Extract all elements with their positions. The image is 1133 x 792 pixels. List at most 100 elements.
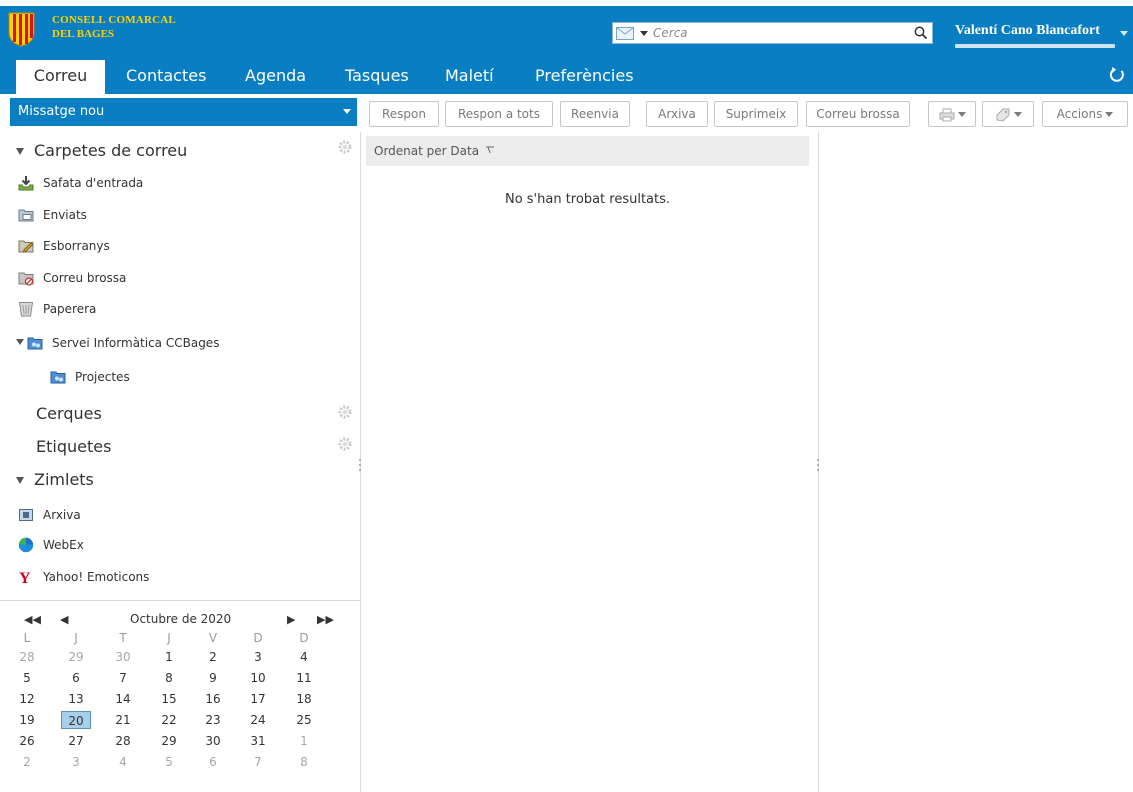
reply-button[interactable]: Respon bbox=[369, 101, 439, 127]
calendar-weekday: V bbox=[208, 631, 218, 645]
new-message-caret-icon[interactable] bbox=[343, 109, 351, 114]
calendar-day[interactable]: 29 bbox=[61, 648, 91, 666]
calendar-day[interactable]: 20 bbox=[61, 711, 91, 729]
searches-gear-icon[interactable] bbox=[338, 405, 352, 419]
next-year-icon[interactable]: ▶▶ bbox=[317, 613, 334, 626]
folder-junk[interactable]: Correu brossa bbox=[18, 269, 218, 287]
calendar-day[interactable]: 2 bbox=[12, 753, 42, 771]
calendar-day[interactable]: 30 bbox=[108, 648, 138, 666]
calendar-day[interactable]: 22 bbox=[154, 711, 184, 729]
folder-drafts[interactable]: Esborranys bbox=[18, 237, 218, 255]
tab-contactes[interactable]: Contactes bbox=[126, 60, 206, 94]
junk-button[interactable]: Correu brossa bbox=[806, 101, 910, 127]
tag-icon bbox=[996, 108, 1009, 122]
calendar-day[interactable]: 13 bbox=[61, 690, 91, 708]
forward-button[interactable]: Reenvia bbox=[560, 101, 630, 127]
calendar-day[interactable]: 5 bbox=[12, 669, 42, 687]
calendar-day[interactable]: 2 bbox=[198, 648, 228, 666]
mail-folders-header[interactable]: Carpetes de correu bbox=[16, 141, 187, 160]
tab-maleti[interactable]: Maletí bbox=[445, 60, 494, 94]
prev-year-icon[interactable]: ◀◀ bbox=[24, 613, 41, 626]
refresh-icon[interactable] bbox=[1108, 66, 1126, 84]
calendar-day[interactable]: 17 bbox=[243, 690, 273, 708]
trash-icon bbox=[18, 302, 34, 317]
calendar-day[interactable]: 30 bbox=[198, 732, 228, 750]
calendar-day[interactable]: 6 bbox=[198, 753, 228, 771]
calendar-day[interactable]: 16 bbox=[198, 690, 228, 708]
reply-all-button[interactable]: Respon a tots bbox=[445, 101, 553, 127]
zimlet-webex[interactable]: WebEx bbox=[18, 536, 198, 554]
folder-trash[interactable]: Paperera bbox=[18, 300, 218, 318]
tags-header[interactable]: Etiquetes bbox=[36, 437, 111, 456]
calendar-day[interactable]: 24 bbox=[243, 711, 273, 729]
folder-inbox[interactable]: Safata d'entrada bbox=[18, 174, 218, 192]
calendar-day[interactable]: 18 bbox=[289, 690, 319, 708]
searches-header[interactable]: Cerques bbox=[36, 404, 102, 423]
search-input[interactable] bbox=[653, 25, 893, 41]
search-box[interactable] bbox=[612, 22, 933, 44]
calendar-day[interactable]: 3 bbox=[61, 753, 91, 771]
zimlet-yahoo-emoticons[interactable]: Y Yahoo! Emoticons bbox=[18, 568, 218, 586]
calendar-day[interactable]: 1 bbox=[289, 732, 319, 750]
calendar-day[interactable]: 21 bbox=[108, 711, 138, 729]
zimlet-archive[interactable]: Arxiva bbox=[18, 506, 198, 524]
calendar-day[interactable]: 11 bbox=[289, 669, 319, 687]
calendar-day[interactable]: 8 bbox=[289, 753, 319, 771]
calendar-day[interactable]: 6 bbox=[61, 669, 91, 687]
mail-search-type-icon[interactable] bbox=[616, 27, 634, 40]
calendar-day[interactable]: 12 bbox=[12, 690, 42, 708]
tab-tasques[interactable]: Tasques bbox=[345, 60, 409, 94]
tab-agenda[interactable]: Agenda bbox=[245, 60, 306, 94]
calendar-day[interactable]: 26 bbox=[12, 732, 42, 750]
calendar-day[interactable]: 28 bbox=[12, 648, 42, 666]
calendar-day[interactable]: 3 bbox=[243, 648, 273, 666]
resize-grip-icon[interactable] bbox=[358, 457, 362, 473]
user-menu[interactable]: Valentí Cano Blancafort bbox=[955, 23, 1100, 39]
calendar-day[interactable]: 7 bbox=[108, 669, 138, 687]
calendar-day[interactable]: 8 bbox=[154, 669, 184, 687]
sort-icon[interactable] bbox=[485, 146, 495, 154]
calendar-day[interactable]: 25 bbox=[289, 711, 319, 729]
search-icon[interactable] bbox=[914, 26, 928, 40]
delete-button[interactable]: Suprimeix bbox=[714, 101, 798, 127]
zimlets-header[interactable]: Zimlets bbox=[16, 470, 94, 489]
shared-subfolder-item[interactable]: Projectes bbox=[50, 368, 230, 386]
calendar-day[interactable]: 4 bbox=[108, 753, 138, 771]
actions-menu-button[interactable]: Accions bbox=[1042, 101, 1128, 127]
calendar-day[interactable]: 29 bbox=[154, 732, 184, 750]
calendar-day[interactable]: 28 bbox=[108, 732, 138, 750]
calendar-day[interactable]: 1 bbox=[154, 648, 184, 666]
user-menu-caret-icon[interactable] bbox=[1120, 31, 1128, 36]
collapse-triangle-icon[interactable] bbox=[16, 477, 24, 484]
calendar-day[interactable]: 27 bbox=[61, 732, 91, 750]
zimlet-label: Yahoo! Emoticons bbox=[43, 570, 150, 584]
tags-gear-icon[interactable] bbox=[338, 437, 352, 451]
tab-correu[interactable]: Correu bbox=[16, 60, 105, 94]
new-message-button[interactable]: Missatge nou bbox=[10, 98, 357, 126]
org-name-line2: DEL BAGES bbox=[52, 28, 115, 40]
next-month-icon[interactable]: ▶ bbox=[287, 613, 295, 626]
calendar-day[interactable]: 15 bbox=[154, 690, 184, 708]
search-type-caret-icon[interactable] bbox=[640, 31, 648, 36]
calendar-day[interactable]: 31 bbox=[243, 732, 273, 750]
calendar-day[interactable]: 10 bbox=[243, 669, 273, 687]
app: CONSELL COMARCAL DEL BAGES Valentí Cano … bbox=[0, 0, 1133, 792]
prev-month-icon[interactable]: ◀ bbox=[60, 613, 68, 626]
archive-button[interactable]: Arxiva bbox=[646, 101, 708, 127]
calendar-day[interactable]: 19 bbox=[12, 711, 42, 729]
calendar-day[interactable]: 14 bbox=[108, 690, 138, 708]
tag-menu-button[interactable] bbox=[982, 101, 1034, 127]
calendar-day[interactable]: 4 bbox=[289, 648, 319, 666]
calendar-day[interactable]: 23 bbox=[198, 711, 228, 729]
mail-folders-gear-icon[interactable] bbox=[338, 140, 352, 154]
collapse-triangle-icon[interactable] bbox=[16, 339, 24, 345]
calendar-day[interactable]: 9 bbox=[198, 669, 228, 687]
message-list-header[interactable]: Ordenat per Data bbox=[366, 136, 809, 166]
tab-preferencies[interactable]: Preferències bbox=[535, 60, 634, 94]
collapse-triangle-icon[interactable] bbox=[16, 148, 24, 155]
print-menu-button[interactable] bbox=[928, 101, 976, 127]
shared-folder-item[interactable]: Servei Informàtica CCBages bbox=[16, 334, 256, 352]
folder-sent[interactable]: Enviats bbox=[18, 206, 218, 224]
calendar-day[interactable]: 5 bbox=[154, 753, 184, 771]
calendar-day[interactable]: 7 bbox=[243, 753, 273, 771]
